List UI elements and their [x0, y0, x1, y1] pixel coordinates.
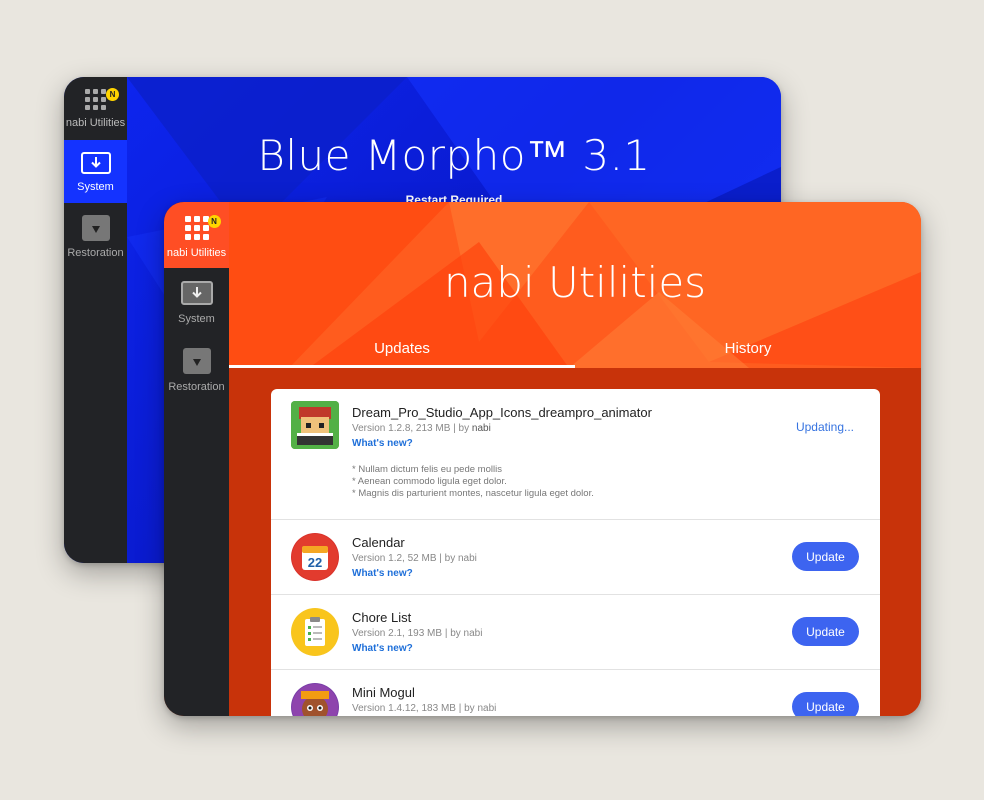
list-item: Mini Mogul Version 1.4.12, 183 MB | by n…	[271, 670, 880, 716]
tab-updates[interactable]: Updates	[229, 340, 575, 357]
app-name: Mini Mogul	[352, 685, 415, 700]
app-author: nabi	[471, 423, 491, 434]
list-item: Chore List Version 2.1, 193 MB | by nabi…	[271, 595, 880, 670]
front-sidebar: N nabi Utilities System Restoration	[164, 202, 229, 716]
update-button[interactable]: Update	[792, 542, 859, 571]
app-name: Chore List	[352, 610, 412, 625]
notification-badge: N	[106, 88, 119, 101]
sidebar-item-system[interactable]: System	[164, 272, 229, 338]
update-button[interactable]: Update	[792, 692, 859, 716]
clipboard-checklist-icon	[291, 608, 339, 656]
sidebar-item-restoration[interactable]: Restoration	[164, 338, 229, 404]
system-download-icon	[80, 152, 111, 174]
whats-new-link[interactable]: What's new?	[352, 438, 413, 449]
apps-grid-icon: N	[184, 215, 221, 240]
updating-status: Updating...	[795, 420, 854, 434]
sidebar-item-nabi-utilities[interactable]: N nabi Utilities	[64, 77, 127, 140]
back-sidebar: N nabi Utilities System Restoration	[64, 77, 127, 563]
blue-morpho-title: Blue Morpho™ 3.1	[257, 131, 651, 180]
release-note: * Nullam dictum felis eu pede mollis	[352, 464, 502, 475]
sidebar-item-restoration[interactable]: Restoration	[64, 203, 127, 266]
release-notes: * Nullam dictum felis eu pede mollis * A…	[352, 464, 594, 500]
whats-new-link[interactable]: What's new?	[352, 643, 413, 654]
animator-character-icon	[291, 401, 339, 449]
release-note: * Magnis dis parturient montes, nascetur…	[352, 488, 594, 499]
sidebar-item-system[interactable]: System	[64, 140, 127, 203]
app-name: Calendar	[352, 535, 405, 550]
app-meta: Version 1.2, 52 MB | by nabi	[352, 553, 477, 564]
restore-box-icon	[81, 215, 110, 241]
sidebar-item-label: nabi Utilities	[166, 247, 227, 259]
list-item: Dream_Pro_Studio_App_Icons_dreampro_anim…	[271, 389, 880, 520]
updates-list: Dream_Pro_Studio_App_Icons_dreampro_anim…	[271, 389, 880, 716]
app-meta: Version 1.2.8, 213 MB | by nabi	[352, 423, 491, 434]
sidebar-item-label: nabi Utilities	[65, 117, 126, 129]
release-note: * Aenean commodo ligula eget dolor.	[352, 476, 507, 487]
restore-box-icon	[182, 348, 211, 374]
app-name: Dream_Pro_Studio_App_Icons_dreampro_anim…	[352, 405, 652, 420]
tab-history[interactable]: History	[575, 340, 921, 357]
sidebar-item-label: Restoration	[168, 381, 225, 393]
nabi-utilities-window: nabi Utilities Updates History Dream_Pro…	[164, 202, 921, 716]
nabi-utilities-hero: nabi Utilities Updates History	[229, 202, 921, 368]
whats-new-link[interactable]: What's new?	[352, 568, 413, 579]
calendar-icon: 22	[291, 533, 339, 581]
sidebar-item-label: System	[77, 181, 114, 193]
list-item: 22 Calendar Version 1.2, 52 MB | by nabi…	[271, 520, 880, 595]
notification-badge: N	[207, 215, 221, 228]
sidebar-item-label: System	[178, 313, 215, 325]
mini-mogul-character-icon	[291, 683, 339, 716]
sidebar-item-label: Restoration	[67, 247, 124, 259]
calendar-icon-day: 22	[308, 555, 322, 570]
sidebar-item-nabi-utilities[interactable]: N nabi Utilities	[164, 202, 229, 268]
system-download-icon	[180, 281, 213, 305]
app-meta: Version 2.1, 193 MB | by nabi	[352, 628, 483, 639]
apps-grid-icon: N	[85, 88, 119, 110]
nabi-utilities-title: nabi Utilities	[443, 258, 707, 307]
update-button[interactable]: Update	[792, 617, 859, 646]
app-meta: Version 1.4.12, 183 MB | by nabi	[352, 703, 497, 714]
